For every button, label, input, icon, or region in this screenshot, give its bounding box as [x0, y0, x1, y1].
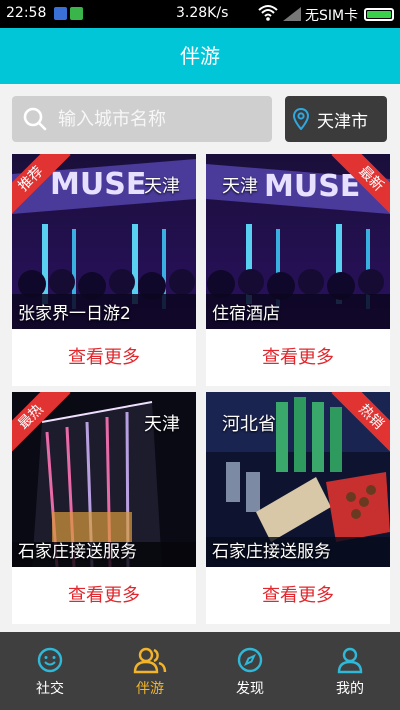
city-button-label: 天津市: [317, 111, 368, 132]
tab-label: 发现: [236, 681, 264, 697]
search-row: 天津市: [0, 84, 400, 152]
tab-profile[interactable]: 我的: [300, 632, 400, 710]
tab-social[interactable]: 社交: [0, 632, 100, 710]
search-icon: [23, 107, 47, 131]
bottom-tab-bar: 社交 伴游 发现 我的: [0, 632, 400, 710]
ribbon-badge: 最新: [330, 154, 390, 214]
card-item[interactable]: MUSE 推荐 天津 张家界一日游2 查看更多: [12, 154, 196, 386]
card-title: 石家庄接送服务: [212, 542, 331, 562]
card-item[interactable]: 最热 天津 石家庄接送服务 查看更多: [12, 392, 196, 624]
tab-label: 社交: [36, 681, 64, 697]
view-more-button[interactable]: 查看更多: [12, 567, 196, 624]
ribbon-badge: 热销: [330, 392, 390, 452]
tab-label: 伴游: [136, 681, 164, 697]
card-item[interactable]: 热销 河北省 石家庄接送服务 查看更多: [206, 392, 390, 624]
location-pin-icon: [293, 108, 309, 130]
people-icon: [133, 647, 167, 674]
status-bar: 22:58 3.28K/s 无SIM卡: [0, 0, 400, 28]
card-city: 天津: [144, 414, 180, 435]
tab-companion[interactable]: 伴游: [100, 632, 200, 710]
card-title: 张家界一日游2: [18, 304, 131, 324]
wifi-icon: [258, 5, 278, 21]
search-box[interactable]: [12, 96, 272, 142]
page-title: 伴游: [180, 44, 220, 68]
search-input[interactable]: [58, 108, 248, 130]
smile-icon: [37, 647, 63, 673]
sim-status: 无SIM卡: [305, 8, 359, 24]
view-more-button[interactable]: 查看更多: [12, 329, 196, 386]
wechat-notification-icon: [70, 7, 83, 20]
card-city: 天津: [144, 176, 180, 197]
photo-notification-icon: [54, 7, 67, 20]
app-bar: 伴游: [0, 28, 400, 84]
card-city: 天津: [222, 176, 258, 197]
card-item[interactable]: MUSE 最新 天津 住宿酒店 查看更多: [206, 154, 390, 386]
compass-icon: [237, 647, 263, 673]
card-city: 河北省: [222, 414, 276, 435]
view-more-button[interactable]: 查看更多: [206, 329, 390, 386]
network-speed: 3.28K/s: [176, 5, 229, 21]
ribbon-badge: 推荐: [12, 154, 72, 214]
tab-discover[interactable]: 发现: [200, 632, 300, 710]
battery-icon: [364, 8, 394, 21]
tab-label: 我的: [336, 681, 364, 697]
card-title: 石家庄接送服务: [18, 542, 137, 562]
signal-icon: [283, 7, 301, 21]
view-more-button[interactable]: 查看更多: [206, 567, 390, 624]
card-title: 住宿酒店: [212, 304, 280, 324]
person-icon: [337, 647, 363, 674]
city-select-button[interactable]: 天津市: [285, 96, 387, 142]
ribbon-badge: 最热: [12, 392, 72, 452]
status-time: 22:58: [6, 5, 47, 21]
